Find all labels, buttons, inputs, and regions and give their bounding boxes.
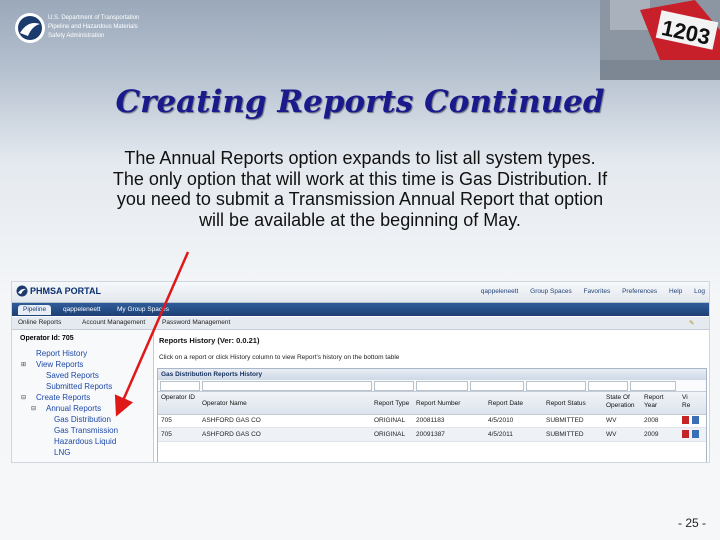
left-navigation: Operator Id: 705 Report History ⊞ View R… (12, 330, 154, 462)
cell-report-year: 2009 (644, 431, 659, 438)
nav-submitted-reports[interactable]: Submitted Reports (46, 382, 112, 391)
expand-toggle-icon[interactable]: ⊟ (21, 394, 26, 401)
grid-header: Operator ID Operator Name Report Type Re… (158, 391, 706, 415)
filter-report-type[interactable] (374, 381, 414, 391)
cell-state: WV (606, 417, 617, 424)
reports-history-hint: Click on a report or click History colum… (159, 354, 400, 361)
cell-operator-id: 705 (161, 431, 172, 438)
portal-link-user[interactable]: qappeleneett (481, 288, 519, 295)
agency-line-2: Pipeline and Hazardous Materials (48, 24, 138, 30)
agency-line-3: Safety Administration (48, 33, 105, 39)
portal-tab-bar: Pipeline qappeleneett My Group Spaces (12, 303, 709, 316)
body-line-1: The Annual Reports option expands to lis… (124, 148, 596, 168)
col-report-date[interactable]: Report Date (488, 400, 523, 408)
portal-link-preferences[interactable]: Preferences (622, 288, 657, 295)
cell-report-date: 4/5/2010 (488, 417, 514, 424)
cell-operator-id: 705 (161, 417, 172, 424)
slide-body: The Annual Reports option expands to lis… (48, 148, 672, 230)
portal-link-favorites[interactable]: Favorites (584, 288, 611, 295)
agency-name: U.S. Department of Transportation Pipeli… (48, 14, 139, 41)
tab-my-group-spaces[interactable]: My Group Spaces (112, 305, 174, 315)
reports-grid: Gas Distribution Reports History Operato… (157, 368, 707, 462)
nav-gas-transmission[interactable]: Gas Transmission (54, 426, 118, 435)
filter-report-number[interactable] (416, 381, 468, 391)
col-report-number[interactable]: Report Number (416, 400, 460, 408)
tab-pipeline[interactable]: Pipeline (18, 305, 52, 315)
reports-history-panel: Reports History (Ver: 0.0.21) Click on a… (155, 330, 709, 462)
operator-id-label: Operator Id: 705 (20, 335, 74, 342)
col-report-status[interactable]: Report Status (546, 400, 586, 408)
col-operator-name[interactable]: Operator Name (202, 400, 247, 408)
portal-link-group-spaces[interactable]: Group Spaces (530, 288, 572, 295)
col-view-report[interactable]: Vi Re (682, 394, 696, 410)
edit-icon[interactable] (692, 416, 699, 424)
filter-report-year[interactable] (630, 381, 676, 391)
nav-gas-distribution[interactable]: Gas Distribution (54, 415, 111, 424)
filter-report-date[interactable] (470, 381, 524, 391)
portal-header: PHMSA PORTAL qappeleneett Group Spaces F… (12, 282, 709, 303)
nav-report-history[interactable]: Report History (36, 349, 87, 358)
menu-password-management[interactable]: Password Management (162, 319, 230, 326)
body-line-3: you need to submit a Transmission Annual… (116, 189, 604, 209)
portal-link-help[interactable]: Help (669, 288, 682, 295)
portal-top-links: qappeleneett Group Spaces Favorites Pref… (471, 288, 705, 295)
cell-report-status: SUBMITTED (546, 417, 584, 424)
hazmat-placard-image: 1203 (600, 0, 720, 80)
collapse-toggle-icon[interactable]: ⊟ (31, 405, 36, 412)
portal-link-log[interactable]: Log (694, 288, 705, 295)
page-number: - 25 - (677, 516, 706, 530)
grid-title: Gas Distribution Reports History (158, 369, 706, 380)
nav-create-reports[interactable]: Create Reports (36, 393, 90, 402)
menu-online-reports[interactable]: Online Reports (18, 319, 61, 326)
cell-report-status: SUBMITTED (546, 431, 584, 438)
grid-filter-row (158, 380, 706, 391)
cell-state: WV (606, 431, 617, 438)
menu-account-management[interactable]: Account Management (82, 319, 145, 326)
slide-title: Creating Reports Continued (115, 84, 605, 120)
filter-operator-name[interactable] (202, 381, 372, 391)
expand-toggle-icon[interactable]: ⊞ (21, 361, 26, 368)
cell-report-year: 2008 (644, 417, 659, 424)
cell-report-type: ORIGINAL (374, 417, 406, 424)
cell-report-date: 4/5/2011 (488, 431, 513, 438)
cell-operator-name: ASHFORD GAS CO (202, 431, 261, 438)
nav-view-reports[interactable]: View Reports (36, 360, 83, 369)
nav-lng[interactable]: LNG (54, 448, 70, 457)
pdf-icon[interactable] (682, 416, 689, 424)
reports-history-title: Reports History (Ver: 0.0.21) (159, 336, 260, 345)
filter-report-status[interactable] (526, 381, 586, 391)
portal-sub-menu: Online Reports Account Management Passwo… (12, 317, 709, 330)
filter-state[interactable] (588, 381, 628, 391)
tab-user[interactable]: qappeleneett (58, 305, 106, 315)
portal-logo-icon (16, 285, 28, 297)
nav-hazardous-liquid[interactable]: Hazardous Liquid (54, 437, 116, 446)
col-report-year[interactable]: Report Year (644, 394, 672, 410)
col-operator-id[interactable]: Operator ID (161, 394, 195, 402)
portal-name: PHMSA PORTAL (30, 286, 101, 296)
pdf-icon[interactable] (682, 430, 689, 438)
filter-operator-id[interactable] (160, 381, 200, 391)
agency-line-1: U.S. Department of Transportation (48, 15, 140, 21)
body-line-2: The only option that will work at this t… (112, 168, 608, 189)
edit-icon[interactable] (692, 430, 699, 438)
table-row[interactable]: 705 ASHFORD GAS CO ORIGINAL 20091387 4/5… (158, 428, 706, 442)
body-line-4: will be available at the beginning of Ma… (199, 209, 521, 230)
cell-report-number: 20091387 (416, 431, 445, 438)
cell-operator-name: ASHFORD GAS CO (202, 417, 261, 424)
nav-saved-reports[interactable]: Saved Reports (46, 371, 99, 380)
portal-screenshot: PHMSA PORTAL qappeleneett Group Spaces F… (11, 281, 710, 463)
nav-annual-reports[interactable]: Annual Reports (46, 404, 101, 413)
table-row[interactable]: 705 ASHFORD GAS CO ORIGINAL 20081183 4/5… (158, 414, 706, 428)
edit-pencil-icon[interactable]: ✎ (689, 319, 694, 327)
cell-report-type: ORIGINAL (374, 431, 406, 438)
cell-report-number: 20081183 (416, 417, 445, 424)
dot-logo-icon (15, 13, 45, 43)
col-state-of-operation[interactable]: State Of Operation (606, 394, 640, 410)
col-report-type[interactable]: Report Type (374, 400, 409, 408)
